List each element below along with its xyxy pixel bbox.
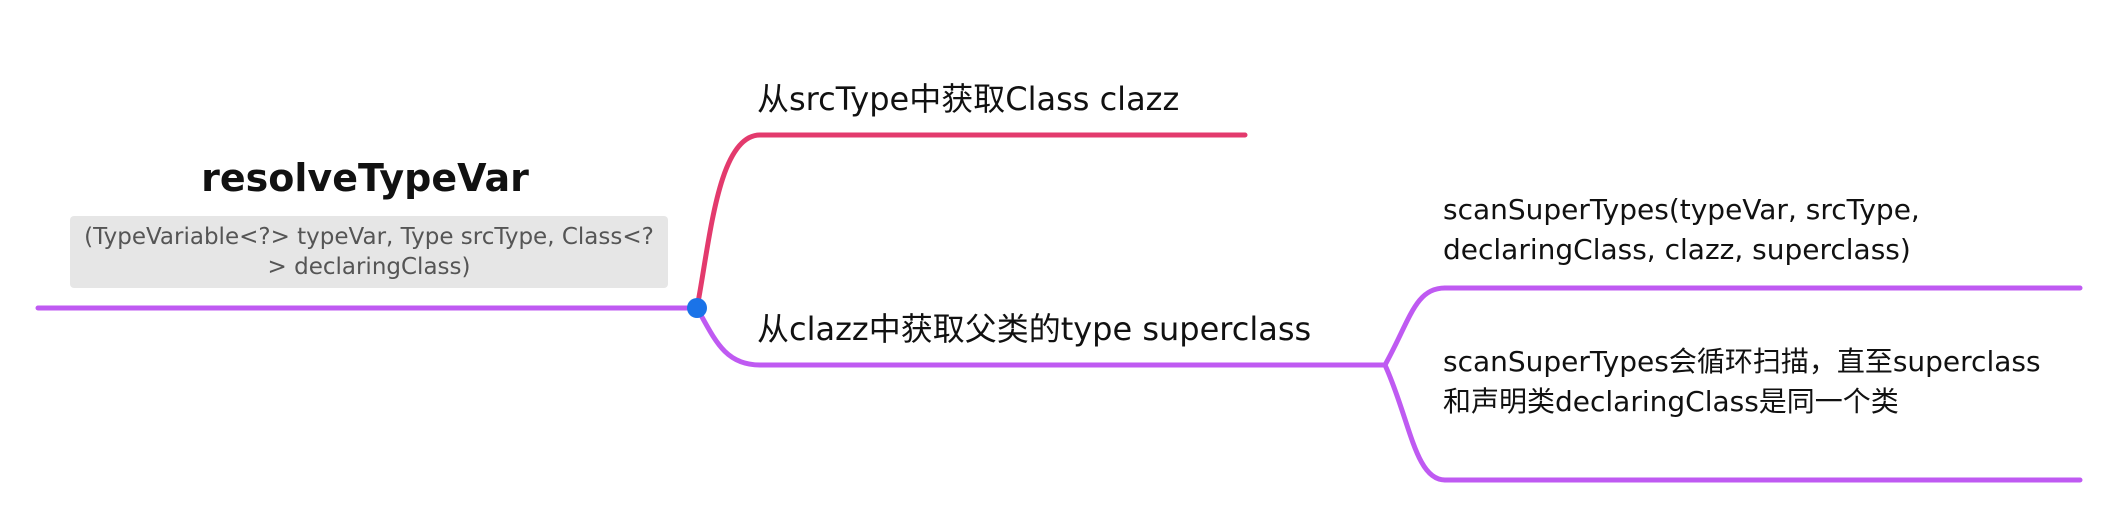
branch-1-label[interactable]: 从srcType中获取Class clazz — [757, 74, 1179, 120]
root-topic-title[interactable]: resolveTypeVar — [150, 156, 580, 200]
leaf-1-label[interactable]: scanSuperTypes(typeVar, srcType, declari… — [1443, 190, 2055, 270]
branch-2-connector — [694, 306, 761, 368]
leaf-1-connector — [1382, 285, 1446, 367]
leaf-2-connector — [1382, 363, 1446, 483]
mind-map: resolveTypeVar (TypeVariable<?> typeVar,… — [0, 0, 2116, 520]
leaf-2-label[interactable]: scanSuperTypes会循环扫描，直至superclass和声明类decl… — [1443, 342, 2055, 422]
root-topic-note: (TypeVariable<?> typeVar, Type srcType, … — [70, 216, 668, 288]
branch-2-label[interactable]: 从clazz中获取父类的type superclass — [757, 304, 1311, 350]
connector-dot[interactable] — [687, 298, 707, 318]
branch-1-connector — [694, 132, 761, 309]
